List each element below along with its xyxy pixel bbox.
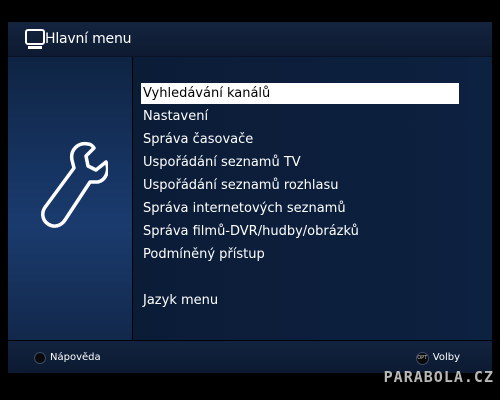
watermark: PARABOLA.CZ [383, 368, 494, 386]
menu-item-tv-list-editor[interactable]: Uspořádání seznamů TV [141, 152, 459, 173]
menu-item-internet-lists[interactable]: Správa internetových seznamů [141, 198, 459, 219]
help-label: Nápověda [50, 352, 101, 363]
tv-icon [25, 29, 45, 49]
menu-item-radio-list-editor[interactable]: Uspořádání seznamů rozhlasu [141, 175, 459, 196]
options-hint[interactable]: OPT Volby [415, 351, 460, 365]
help-button-icon [34, 352, 46, 364]
help-hint[interactable]: Nápověda [34, 351, 101, 365]
menu-item-channel-search[interactable]: Vyhledávání kanálů [141, 83, 459, 104]
menu-item-menu-language[interactable]: Jazyk menu [141, 290, 459, 311]
tv-menu-screen: Hlavní menu Vyhledávání kanálů Nastavení… [0, 0, 500, 400]
menu-item-settings[interactable]: Nastavení [141, 106, 459, 127]
page-title: Hlavní menu [45, 31, 132, 47]
menu-item-conditional-access[interactable]: Podmíněný přístup [141, 244, 459, 265]
options-button-icon: OPT [415, 351, 429, 365]
menu-item-timer-management[interactable]: Správa časovače [141, 129, 459, 150]
options-label: Volby [432, 352, 460, 363]
wrench-icon [41, 141, 108, 228]
menu-item-media-manager[interactable]: Správa filmů-DVR/hudby/obrázků [141, 221, 459, 242]
